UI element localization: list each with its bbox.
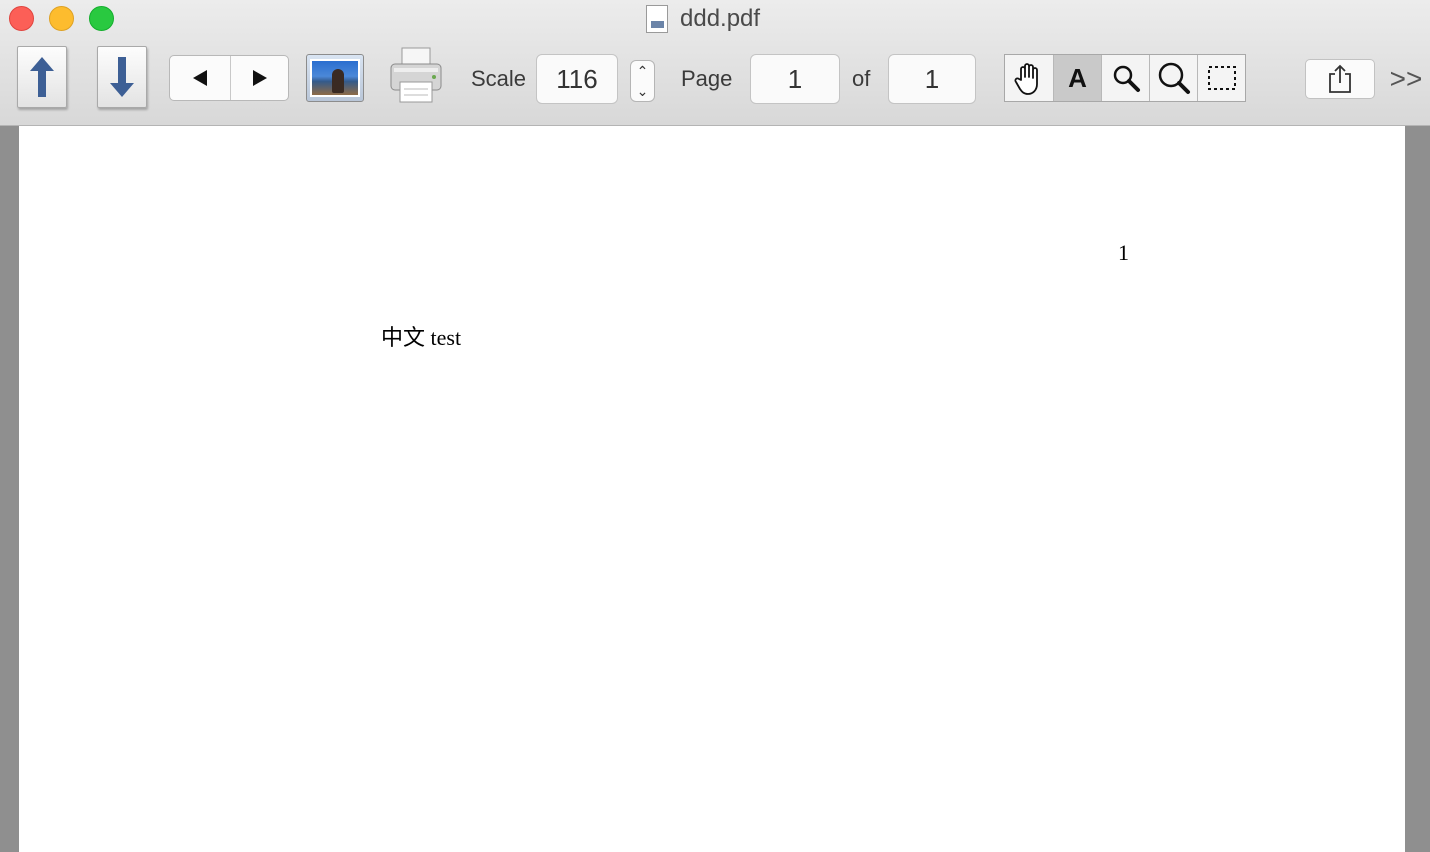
- back-forward-control: [169, 55, 289, 101]
- zoom-window-button[interactable]: [89, 6, 114, 31]
- close-window-button[interactable]: [9, 6, 34, 31]
- pdf-page: 1 中文 test: [19, 126, 1405, 852]
- chevron-up-icon[interactable]: ⌃: [637, 64, 649, 78]
- triangle-left-icon: [193, 70, 207, 86]
- text-select-tool-button[interactable]: A: [1053, 55, 1101, 101]
- back-button[interactable]: [170, 56, 230, 100]
- previous-page-button[interactable]: [17, 46, 67, 108]
- toolbar-overflow-button[interactable]: >>: [1388, 62, 1424, 96]
- page-label: Page: [681, 66, 733, 91]
- open-in-preview-button[interactable]: [306, 54, 364, 102]
- print-button[interactable]: [388, 46, 444, 106]
- scale-label: Scale: [471, 66, 527, 91]
- share-button[interactable]: [1305, 59, 1375, 99]
- hand-tool-button[interactable]: [1005, 55, 1053, 101]
- rectangle-select-tool-button[interactable]: [1197, 55, 1245, 101]
- tool-mode-control: A: [1004, 54, 1246, 102]
- window-title-text: ddd.pdf: [680, 5, 761, 32]
- document-body-text: 中文 test: [381, 325, 462, 350]
- minimize-window-button[interactable]: [49, 6, 74, 31]
- scale-input[interactable]: 116: [536, 54, 618, 104]
- page-number-text: 1: [1118, 240, 1129, 265]
- hand-icon: [1014, 63, 1038, 95]
- marquee-select-icon: [1207, 66, 1236, 90]
- next-page-button[interactable]: [97, 46, 147, 108]
- page-total-field: 1: [888, 54, 976, 104]
- triangle-right-icon: [252, 70, 267, 86]
- window-titlebar: ddd.pdf Scale 116 ⌃ ⌄ Page 1 of 1 A >>: [0, 0, 1430, 126]
- window-title: ddd.pdf: [646, 4, 760, 34]
- arrow-up-icon: [30, 57, 54, 97]
- zoom-in-tool-button[interactable]: [1101, 55, 1149, 101]
- forward-button[interactable]: [230, 56, 288, 100]
- scale-stepper[interactable]: ⌃ ⌄: [630, 60, 655, 102]
- page-number-input[interactable]: 1: [750, 54, 840, 104]
- text-tool-icon: A: [1068, 62, 1087, 93]
- magnifier-small-icon: [1113, 65, 1140, 92]
- photo-icon: [310, 59, 360, 97]
- pdf-document-icon: [646, 5, 668, 33]
- magnifier-large-icon: [1158, 62, 1190, 94]
- zoom-tool-button[interactable]: [1149, 55, 1197, 101]
- arrow-down-icon: [110, 57, 134, 97]
- of-label: of: [852, 66, 871, 91]
- printer-icon: [390, 47, 442, 103]
- share-icon: [1329, 64, 1351, 93]
- chevron-down-icon[interactable]: ⌄: [637, 84, 649, 98]
